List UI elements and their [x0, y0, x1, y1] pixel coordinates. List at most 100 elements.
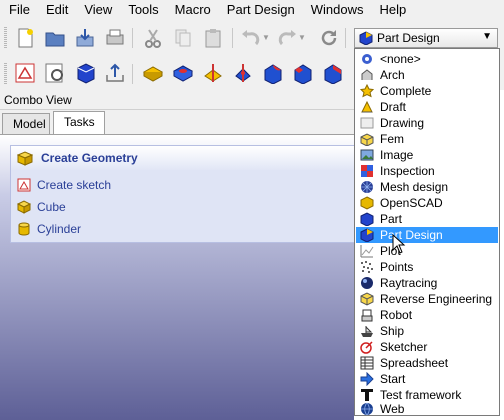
- robot-icon: [361, 309, 373, 322]
- workbench-option-part[interactable]: Part: [356, 211, 498, 227]
- workbench-option-ship[interactable]: Ship: [356, 323, 498, 339]
- toolbar-separator: [345, 28, 346, 48]
- web-globe-icon: [361, 402, 373, 416]
- taskbox-header[interactable]: Create Geometry: [11, 146, 355, 170]
- menu-part-design[interactable]: Part Design: [219, 0, 303, 20]
- workbench-option-inspection[interactable]: Inspection: [356, 163, 498, 179]
- workbench-option-drawing[interactable]: Drawing: [356, 115, 498, 131]
- task-panel: Create Geometry Create sketch Cube Cylin…: [0, 134, 356, 420]
- taskbox-title: Create Geometry: [41, 151, 138, 165]
- workbench-option-sketcher[interactable]: Sketcher: [356, 339, 498, 355]
- points-icon: [361, 261, 373, 273]
- reverse-engineering-icon: [360, 292, 374, 306]
- menu-edit[interactable]: Edit: [38, 0, 76, 20]
- save-icon[interactable]: [74, 27, 96, 49]
- open-folder-icon[interactable]: [44, 27, 66, 49]
- chamfer-icon[interactable]: [292, 62, 314, 84]
- sketch-icon: [17, 178, 31, 192]
- tab-model[interactable]: Model: [2, 113, 50, 134]
- star-icon: [360, 84, 374, 98]
- workbench-option-web[interactable]: Web: [356, 402, 498, 416]
- draft-feature-icon[interactable]: [322, 62, 344, 84]
- workbench-selector[interactable]: Part Design ▼: [354, 28, 498, 48]
- combo-view-tabs: Model Tasks: [0, 110, 354, 134]
- workbench-option-test-framework[interactable]: Test framework: [356, 387, 498, 403]
- workbench-option-arch[interactable]: Arch: [356, 67, 498, 83]
- image-icon: [360, 149, 374, 161]
- workbench-option-mesh-design[interactable]: Mesh design: [356, 179, 498, 195]
- toolbar-separator: [232, 28, 233, 48]
- workbench-option-raytracing[interactable]: Raytracing: [356, 275, 498, 291]
- cube-icon: [17, 151, 33, 166]
- tab-tasks[interactable]: Tasks: [53, 111, 105, 134]
- sketch-icon[interactable]: [14, 62, 36, 84]
- cylinder-icon: [18, 222, 30, 236]
- menu-macro[interactable]: Macro: [167, 0, 219, 20]
- cube-icon: [17, 200, 31, 214]
- workbench-option-plot[interactable]: Plot: [356, 243, 498, 259]
- workbench-option-robot[interactable]: Robot: [356, 307, 498, 323]
- part-design-icon: [360, 228, 374, 242]
- workbench-dropdown-list: <none> Arch Complete Draft Drawing Fem I…: [354, 48, 500, 416]
- plot-icon: [360, 245, 374, 258]
- workbench-option-draft[interactable]: Draft: [356, 99, 498, 115]
- create-geometry-taskbox: Create Geometry Create sketch Cube Cylin…: [10, 145, 356, 243]
- menu-windows[interactable]: Windows: [303, 0, 372, 20]
- sketcher-icon: [360, 341, 373, 354]
- refresh-icon[interactable]: [318, 27, 340, 49]
- groove-icon[interactable]: [232, 62, 254, 84]
- workbench-option-start[interactable]: Start: [356, 371, 498, 387]
- menu-help[interactable]: Help: [371, 0, 414, 20]
- openscad-icon: [360, 196, 374, 210]
- edit-sketch-icon[interactable]: [44, 62, 66, 84]
- redo-dropdown-icon[interactable]: ▼: [298, 33, 306, 42]
- toolbar-separator: [132, 64, 133, 84]
- workbench-selector-value: Part Design: [377, 31, 440, 45]
- workbench-option-reverse-engineering[interactable]: Reverse Engineering: [356, 291, 498, 307]
- toolbar-grip[interactable]: [4, 62, 7, 84]
- menu-tools[interactable]: Tools: [120, 0, 166, 20]
- mesh-icon: [361, 181, 373, 193]
- menu-view[interactable]: View: [76, 0, 120, 20]
- test-framework-icon: [361, 389, 373, 401]
- paste-icon[interactable]: [202, 27, 224, 49]
- print-icon[interactable]: [104, 27, 126, 49]
- undo-dropdown-icon[interactable]: ▼: [262, 33, 270, 42]
- workbench-option-points[interactable]: Points: [356, 259, 498, 275]
- toolbar-grip[interactable]: [4, 26, 7, 48]
- revolution-icon[interactable]: [202, 62, 224, 84]
- spreadsheet-icon: [360, 356, 374, 370]
- workbench-option-none[interactable]: <none>: [356, 51, 498, 67]
- arch-icon: [361, 69, 373, 80]
- pocket-icon[interactable]: [172, 62, 194, 84]
- fillet-icon[interactable]: [262, 62, 284, 84]
- menu-bar: File Edit View Tools Macro Part Design W…: [0, 0, 504, 20]
- copy-icon[interactable]: [172, 27, 194, 49]
- redo-icon[interactable]: [276, 27, 298, 49]
- pad-icon[interactable]: [142, 62, 164, 84]
- raytracing-icon: [361, 277, 373, 289]
- workbench-option-fem[interactable]: Fem: [356, 131, 498, 147]
- part-icon: [360, 212, 374, 226]
- toolbar-separator: [132, 28, 133, 48]
- fem-icon: [360, 133, 374, 146]
- undo-icon[interactable]: [240, 27, 262, 49]
- workbench-option-image[interactable]: Image: [356, 147, 498, 163]
- ship-icon: [361, 326, 373, 337]
- workbench-option-openscad[interactable]: OpenSCAD: [356, 195, 498, 211]
- new-document-icon[interactable]: [14, 27, 36, 49]
- inspection-icon: [361, 165, 373, 177]
- workbench-option-complete[interactable]: Complete: [356, 83, 498, 99]
- workbench-option-part-design[interactable]: Part Design: [356, 227, 498, 243]
- leave-sketch-icon[interactable]: [104, 62, 126, 84]
- workbench-option-spreadsheet[interactable]: Spreadsheet: [356, 355, 498, 371]
- part-design-icon: [359, 31, 373, 45]
- start-arrow-icon: [360, 372, 374, 386]
- map-sketch-icon[interactable]: [74, 62, 96, 84]
- menu-file[interactable]: File: [0, 0, 38, 20]
- cut-icon[interactable]: [142, 27, 164, 49]
- mouse-cursor-icon: [392, 234, 406, 254]
- draft-icon: [361, 100, 373, 113]
- combo-view-title: Combo View: [0, 90, 354, 110]
- none-icon: [362, 54, 372, 64]
